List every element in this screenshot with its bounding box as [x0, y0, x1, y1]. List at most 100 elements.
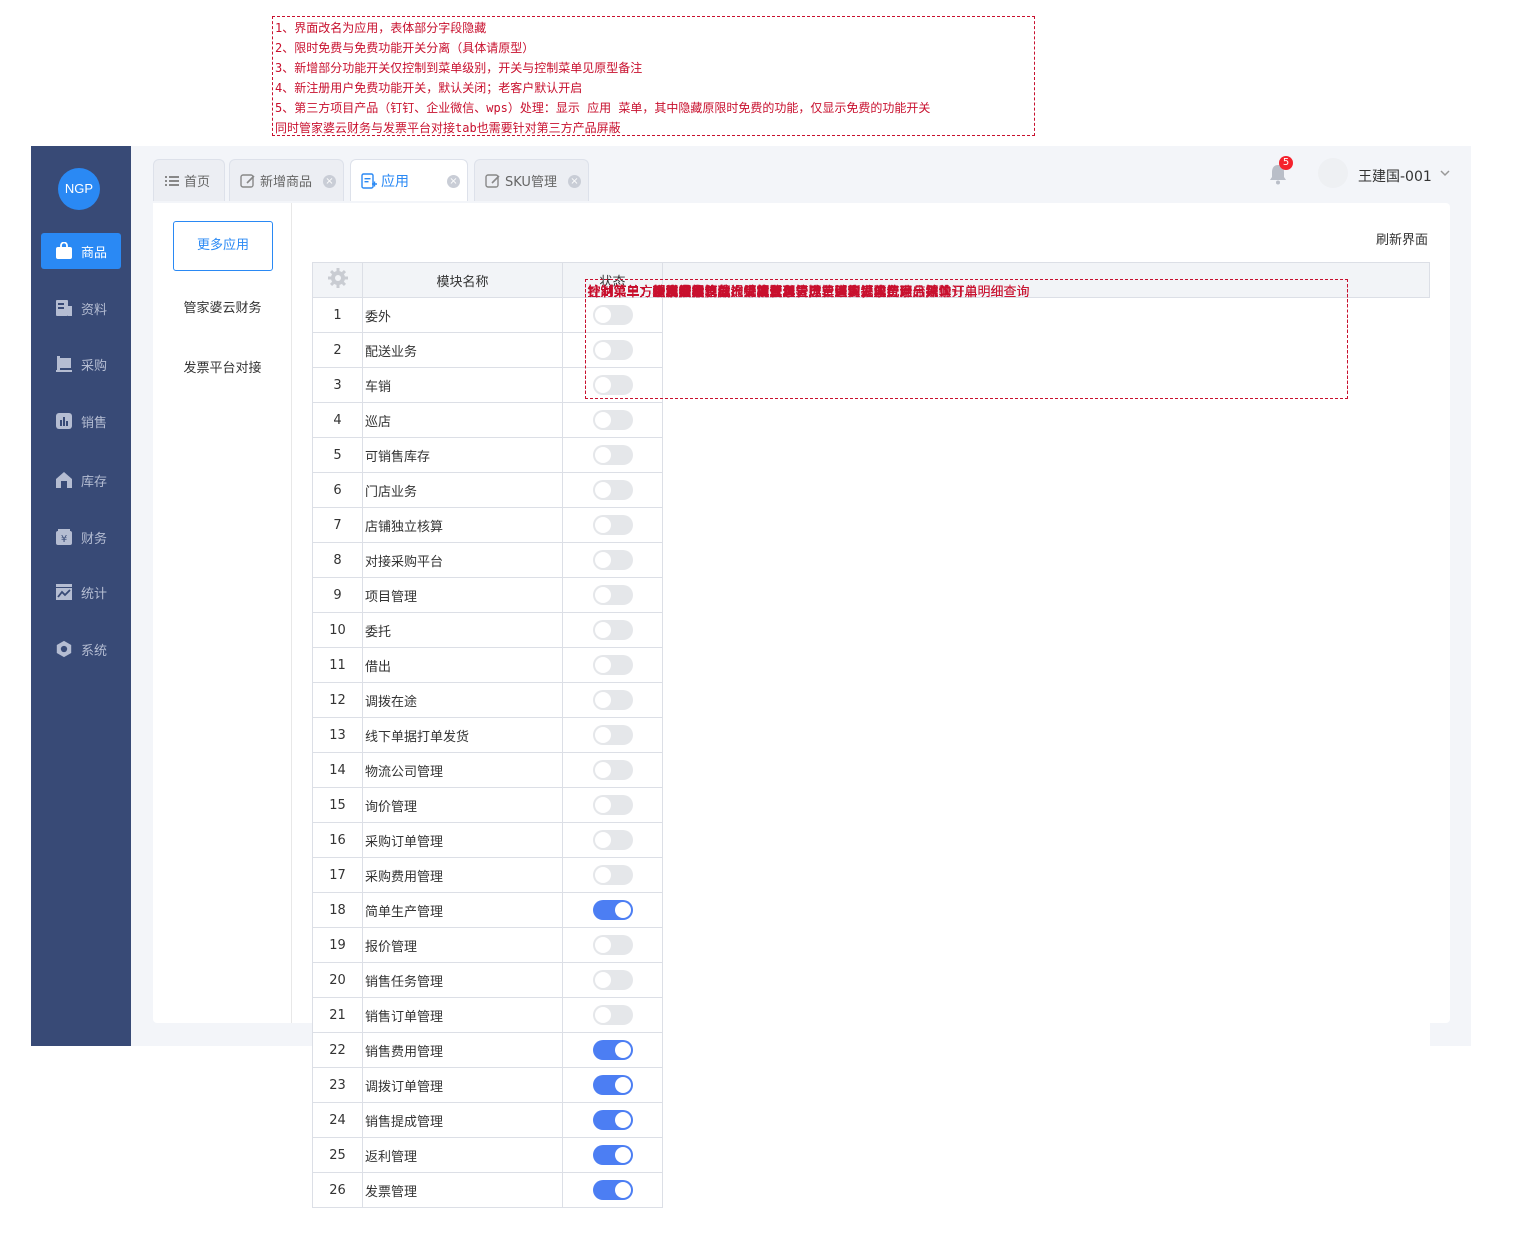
sidebar-item-system[interactable]: 系统 — [41, 631, 121, 667]
module-name: 询价管理 — [362, 787, 563, 823]
gear-icon[interactable] — [327, 268, 349, 293]
note-line: 1、界面改名为应用，表体部分字段隐藏 — [275, 21, 487, 35]
table-row: 16 采购订单管理 控制菜单：新增采购订单、采购订单管理、采购订单统计、采购订单明细… — [312, 278, 1430, 858]
status-toggle[interactable] — [592, 1145, 633, 1165]
status-toggle[interactable] — [592, 655, 633, 675]
status-cell — [562, 472, 663, 508]
yen-icon: ¥ — [55, 528, 73, 546]
module-name: 报价管理 — [362, 927, 563, 963]
status-toggle[interactable] — [592, 795, 633, 815]
list-icon — [164, 173, 180, 189]
edit-icon — [485, 173, 501, 189]
row-number: 6 — [312, 472, 363, 508]
status-toggle[interactable] — [592, 970, 633, 990]
status-toggle[interactable] — [592, 410, 633, 430]
sidebar-item-purchase[interactable]: 采购 — [41, 346, 121, 382]
status-toggle[interactable] — [592, 1110, 633, 1130]
tab-apps[interactable]: 应用 × — [350, 159, 468, 201]
status-toggle[interactable] — [592, 1005, 633, 1025]
table-row: 21 销售订单管理 控制菜单：新增销售订单、销售订单管理、销售订单统计、销售订单明细… — [312, 278, 1430, 1033]
status-toggle[interactable] — [592, 1180, 633, 1200]
note-line: 5、第三方项目产品（钉钉、企业微信、wps）处理：显示 应用 菜单，其中隐藏原限… — [275, 101, 931, 115]
status-cell — [562, 682, 663, 718]
more-apps-button[interactable]: 更多应用 — [173, 221, 273, 271]
status-toggle[interactable] — [592, 830, 633, 850]
link-invoice-platform[interactable]: 发票平台对接 — [153, 357, 292, 376]
module-name: 销售费用管理 — [362, 1032, 563, 1068]
row-number: 20 — [312, 962, 363, 998]
sidebar-item-goods[interactable]: 商品 — [41, 233, 121, 269]
status-toggle[interactable] — [592, 585, 633, 605]
module-table: 模块名称 状态 1 委外 针对第三方项目产品隐藏 2 配送业务 针对第三方项目产品隐藏 3 车… — [312, 262, 1430, 1208]
tab-new-product[interactable]: 新增商品 × — [229, 159, 344, 201]
table-row: 19 报价管理 控制菜单：新增报价单、报价单管理 — [312, 278, 1430, 963]
status-toggle[interactable] — [592, 620, 633, 640]
status-toggle[interactable] — [592, 900, 633, 920]
status-toggle[interactable] — [592, 515, 633, 535]
status-toggle[interactable] — [592, 690, 633, 710]
table-row: 6 门店业务 针对第三方项目产品隐藏 — [312, 278, 1430, 508]
status-toggle[interactable] — [592, 865, 633, 885]
status-toggle[interactable] — [592, 760, 633, 780]
sidebar-item-inventory[interactable]: 库存 — [41, 462, 121, 498]
sidebar-item-statistics[interactable]: 统计 — [41, 574, 121, 610]
status-toggle[interactable] — [592, 480, 633, 500]
table-settings-cell[interactable] — [312, 262, 363, 298]
notification-badge: 5 — [1279, 156, 1293, 170]
sidebar-item-finance[interactable]: ¥ 财务 — [41, 519, 121, 555]
tab-sku[interactable]: SKU管理 × — [474, 159, 589, 201]
table-row: 22 销售费用管理 控制菜单：销售费用管理、销售费用分摊管理、销售费用分摊单 — [312, 278, 1430, 1068]
refresh-button[interactable]: 刷新界面 — [1376, 229, 1428, 248]
row-number: 16 — [312, 822, 363, 858]
table-row: 5 可销售库存 针对第三方项目产品隐藏 — [312, 278, 1430, 473]
module-name: 返利管理 — [362, 1137, 563, 1173]
close-icon[interactable]: × — [447, 175, 460, 188]
app-icon — [361, 172, 377, 189]
status-toggle[interactable] — [592, 1040, 633, 1060]
table-row: 25 返利管理 控制菜单：返利方案管理、计算返利、历史返利记录 — [312, 278, 1430, 1173]
status-toggle[interactable] — [592, 445, 633, 465]
module-name: 可销售库存 — [362, 437, 563, 473]
avatar[interactable] — [1318, 158, 1348, 188]
sidebar-item-label: 系统 — [80, 643, 107, 659]
status-toggle[interactable] — [592, 550, 633, 570]
status-cell — [562, 507, 663, 543]
sidebar-item-label: 资料 — [80, 302, 107, 318]
close-icon[interactable]: × — [568, 175, 581, 188]
sidebar-item-data[interactable]: 资料 — [41, 290, 121, 326]
close-icon[interactable]: × — [323, 175, 336, 188]
status-cell — [562, 787, 663, 823]
status-cell — [562, 437, 663, 473]
row-number: 14 — [312, 752, 363, 788]
table-row: 9 项目管理 针对第三方项目产品隐藏 — [312, 278, 1430, 613]
status-toggle[interactable] — [592, 935, 633, 955]
table-row: 13 线下单据打单发货 — [312, 278, 1430, 753]
document-icon — [55, 299, 73, 317]
status-cell — [562, 822, 663, 858]
sidebar-item-label: 商品 — [80, 245, 107, 261]
table-row: 26 发票管理 控制菜单：开票信息管理、销项发票管理、进项发票管理 — [312, 278, 1430, 1208]
bag-icon — [55, 242, 73, 260]
sidebar-item-sales[interactable]: 销售 — [41, 403, 121, 439]
tab-home[interactable]: 首页 — [153, 159, 225, 201]
user-name[interactable]: 王建国-001 — [1358, 166, 1432, 186]
module-name: 物流公司管理 — [362, 752, 563, 788]
chevron-down-icon[interactable] — [1439, 167, 1451, 179]
status-cell — [562, 612, 663, 648]
status-toggle[interactable] — [592, 1075, 633, 1095]
table-row: 10 委托 针对第三方项目产品隐藏 — [312, 278, 1430, 648]
table-row: 12 调拨在途 — [312, 278, 1430, 718]
warehouse-icon — [55, 471, 73, 489]
row-number: 3 — [312, 367, 363, 403]
purchase-icon — [55, 355, 73, 373]
row-number: 17 — [312, 857, 363, 893]
module-name: 线下单据打单发货 — [362, 717, 563, 753]
status-toggle[interactable] — [592, 725, 633, 745]
module-name: 店铺独立核算 — [362, 507, 563, 543]
chart-icon — [55, 412, 73, 430]
column-header-module-name: 模块名称 — [362, 262, 563, 298]
row-number: 25 — [312, 1137, 363, 1173]
edit-icon — [240, 173, 256, 189]
link-cloud-finance[interactable]: 管家婆云财务 — [153, 297, 292, 316]
module-name: 调拨在途 — [362, 682, 563, 718]
